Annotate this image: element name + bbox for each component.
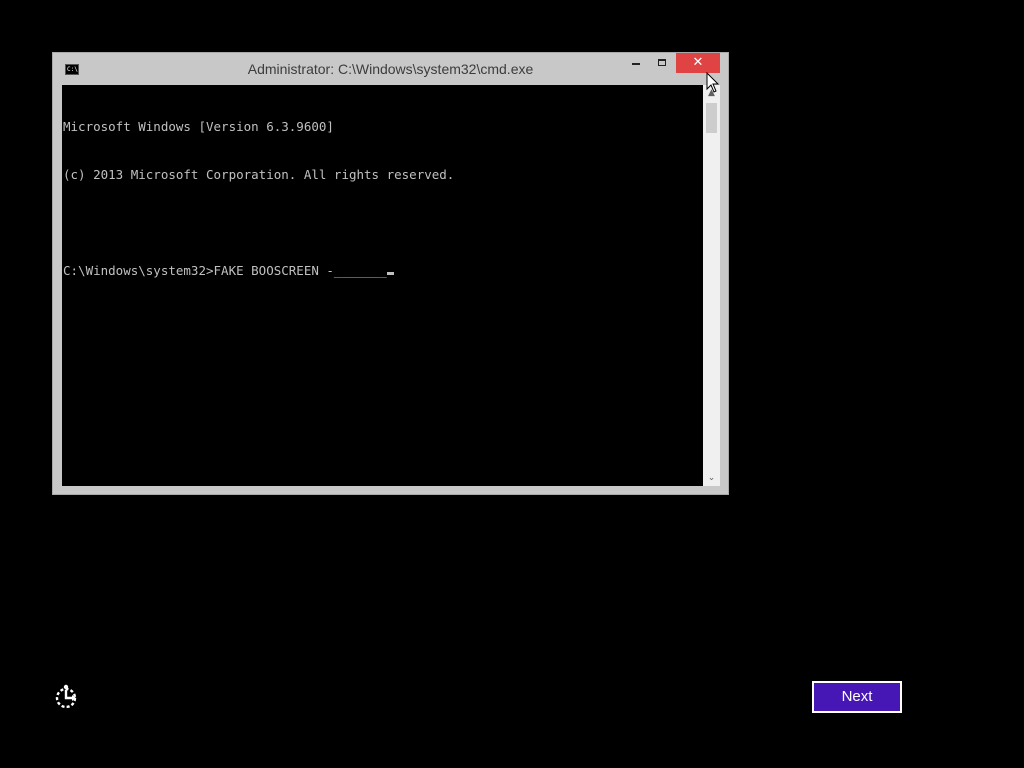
console-prompt-line: C:\Windows\system32>FAKE BOOSCREEN -____… — [63, 263, 703, 279]
minimize-button[interactable] — [625, 53, 647, 73]
console-command: C:\Windows\system32>FAKE BOOSCREEN -____… — [63, 263, 387, 278]
next-button[interactable]: Next — [812, 681, 902, 713]
scroll-down-arrow-icon[interactable]: ⌄ — [703, 470, 720, 486]
title-bar[interactable]: C:\. Administrator: C:\Windows\system32\… — [53, 53, 728, 85]
minimize-icon — [632, 62, 640, 65]
maximize-button[interactable] — [651, 53, 673, 73]
text-cursor — [386, 272, 394, 275]
console-line: (c) 2013 Microsoft Corporation. All righ… — [63, 167, 455, 182]
maximize-icon — [658, 59, 666, 66]
console-output[interactable]: Microsoft Windows [Version 6.3.9600] (c)… — [62, 85, 703, 486]
desktop-screen: C:\. Administrator: C:\Windows\system32\… — [0, 0, 1024, 768]
cmd-window[interactable]: C:\. Administrator: C:\Windows\system32\… — [52, 52, 729, 495]
ease-of-access-icon[interactable] — [52, 683, 80, 711]
scrollbar-thumb[interactable] — [706, 103, 717, 133]
close-icon: ✕ — [692, 55, 704, 70]
close-button[interactable]: ✕ — [676, 53, 720, 73]
mouse-pointer-icon — [706, 72, 720, 93]
console-line: Microsoft Windows [Version 6.3.9600] — [63, 119, 334, 134]
vertical-scrollbar[interactable]: ▲ ⌄ — [703, 85, 720, 486]
